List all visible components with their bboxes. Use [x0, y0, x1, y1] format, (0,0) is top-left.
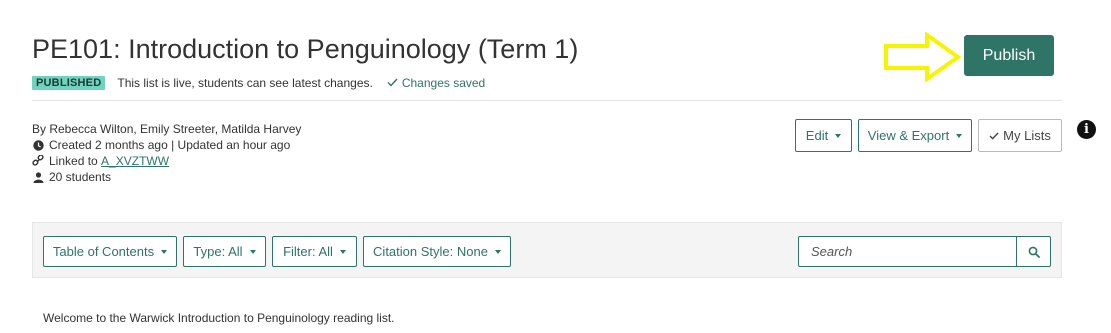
caret-down-icon — [835, 133, 842, 138]
arrow-annotation-icon — [884, 32, 962, 82]
table-of-contents-dropdown[interactable]: Table of Contents — [43, 236, 177, 267]
caret-down-icon — [956, 133, 963, 138]
authors-row: By Rebecca Wilton, Emily Streeter, Matil… — [32, 121, 301, 137]
welcome-text: Welcome to the Warwick Introduction to P… — [43, 311, 395, 325]
caret-down-icon — [494, 249, 501, 254]
type-label: Type: All — [193, 244, 243, 259]
my-lists-label: My Lists — [1003, 128, 1051, 143]
search-input[interactable] — [798, 236, 1016, 267]
check-icon — [387, 78, 398, 87]
linked-row: Linked to A_XVZTWW — [32, 153, 301, 169]
search-box — [798, 236, 1051, 267]
edit-button[interactable]: Edit — [795, 119, 852, 152]
caret-down-icon — [339, 249, 346, 254]
user-icon — [32, 171, 44, 183]
search-button[interactable] — [1016, 236, 1051, 267]
students-row: 20 students — [32, 169, 301, 185]
link-icon — [32, 155, 44, 167]
status-text: This list is live, students can see late… — [117, 75, 373, 90]
page-title: PE101: Introduction to Penguinology (Ter… — [32, 34, 579, 64]
view-export-button[interactable]: View & Export — [858, 119, 972, 152]
my-lists-button[interactable]: My Lists — [978, 119, 1062, 152]
type-filter-dropdown[interactable]: Type: All — [183, 236, 266, 267]
filter-dropdown[interactable]: Filter: All — [272, 236, 357, 267]
citation-label: Citation Style: None — [373, 244, 488, 259]
linked-module-link[interactable]: A_XVZTWW — [101, 153, 169, 169]
dates-row: Created 2 months ago | Updated an hour a… — [32, 137, 301, 153]
status-row: PUBLISHED This list is live, students ca… — [32, 74, 485, 91]
status-badge: PUBLISHED — [32, 75, 106, 90]
dates-text: Created 2 months ago | Updated an hour a… — [49, 138, 291, 152]
linked-prefix: Linked to — [49, 154, 98, 168]
list-toolbar: Table of Contents Type: All Filter: All … — [32, 222, 1062, 278]
list-meta: By Rebecca Wilton, Emily Streeter, Matil… — [32, 121, 301, 185]
divider — [32, 100, 1062, 101]
saved-text: Changes saved — [401, 75, 486, 90]
edit-label: Edit — [805, 128, 829, 143]
caret-down-icon — [249, 249, 256, 254]
clock-icon — [32, 139, 44, 151]
saved-indicator: Changes saved — [387, 76, 485, 90]
toc-label: Table of Contents — [52, 244, 155, 259]
search-icon — [1028, 246, 1040, 258]
citation-style-dropdown[interactable]: Citation Style: None — [363, 236, 511, 267]
check-icon — [989, 132, 999, 140]
publish-button[interactable]: Publish — [964, 35, 1054, 76]
info-icon[interactable]: i — [1077, 120, 1096, 139]
view-export-label: View & Export — [867, 128, 950, 143]
caret-down-icon — [161, 249, 168, 254]
authors-text: By Rebecca Wilton, Emily Streeter, Matil… — [32, 122, 302, 136]
students-text: 20 students — [49, 170, 112, 184]
filter-label: Filter: All — [283, 244, 333, 259]
